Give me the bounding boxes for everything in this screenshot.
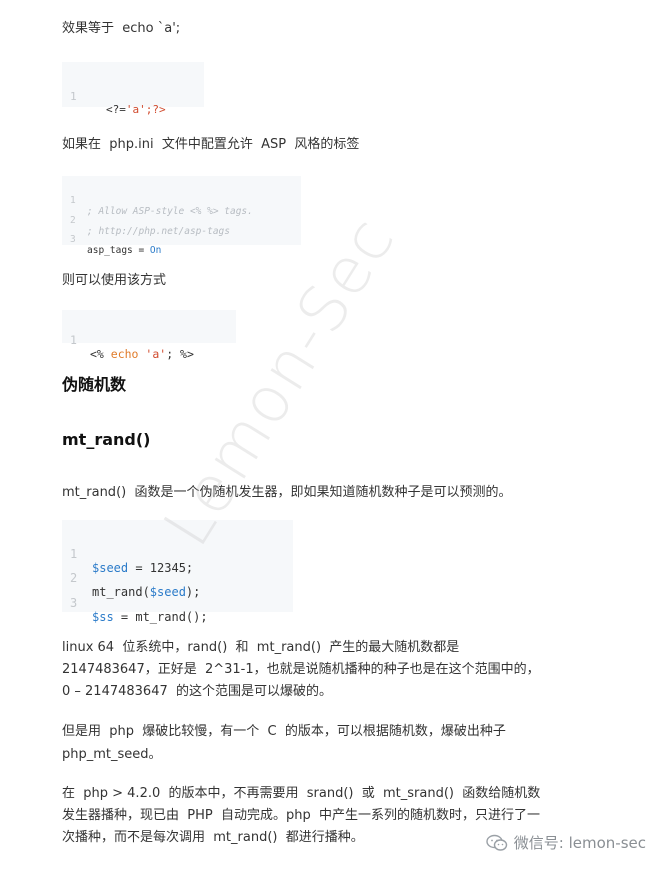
wechat-id-mark: 微信号: lemon-sec [486, 832, 646, 853]
code-block-php-ini: 1 ; Allow ASP-style <% %> tags. 2 ; http… [62, 176, 301, 256]
code-token: ); [185, 585, 201, 599]
code-variable: $seed [149, 585, 186, 599]
code-block-asp-echo: 1 <% echo 'a'; %> [62, 310, 236, 361]
code-line: 1 <?='a';?> [62, 77, 166, 129]
code-block-short-tag: 1 <?='a';?> [62, 62, 204, 116]
watermark-text: Lemon-Sec [150, 204, 411, 560]
code-token: = 12345; [128, 561, 194, 575]
code-token: ;?> [145, 103, 166, 116]
paragraph-brute-line1: 但是用 php 爆破比较慢，有一个 C 的版本，可以根据随机数，爆破出种子 [62, 724, 506, 739]
line-number: 1 [70, 333, 77, 347]
paragraph-srand-line2: 发生器播种，现已由 PHP 自动完成。php 中产生一系列的随机数时，只进行了一 [62, 808, 540, 823]
line-number: 1 [70, 90, 77, 103]
wechat-icon [486, 834, 508, 852]
code-keyword: echo [110, 347, 139, 361]
code-token: mt_rand( [92, 585, 150, 599]
paragraph-brute-line2: php_mt_seed。 [62, 747, 162, 762]
code-line: 3 $ss = mt_rand(); [62, 582, 208, 638]
paragraph-srand-line3: 次播种，而不是每次调用 mt_rand() 都进行播种。 [62, 830, 364, 845]
paragraph-usage: 则可以使用该方式 [62, 273, 167, 288]
code-line: 3 asp_tags = On [62, 223, 161, 267]
code-line: 1 <% echo 'a'; %> [62, 319, 194, 375]
code-token: asp_tags = [87, 245, 150, 256]
code-string: 'a' [145, 347, 167, 361]
line-number: 3 [70, 234, 76, 245]
paragraph-linux-line3: 0 – 2147483647 的这个范围是可以爆破的。 [62, 684, 333, 699]
wechat-id-text: 微信号: lemon-sec [513, 834, 646, 852]
code-variable: $seed [92, 561, 129, 575]
heading-mt-rand: mt_rand() [62, 430, 151, 449]
code-variable: $ss [92, 610, 114, 624]
line-number: 3 [70, 596, 78, 610]
code-string: 'a' [125, 103, 146, 116]
code-comment: ; Allow ASP-style <% %> tags. [87, 206, 253, 217]
paragraph-echo: 效果等于 echo `a'; [62, 21, 181, 36]
heading-pseudo-random: 伪随机数 [62, 375, 127, 394]
code-comment: ; http://php.net/asp-tags [87, 226, 230, 237]
code-token: <% [90, 347, 111, 361]
paragraph-linux-line2: 2147483647，正好是 2^31-1，也就是说随机播种的种子也是在这个范围… [62, 662, 540, 677]
code-token: <?= [106, 103, 126, 116]
paragraph-mt-rand-desc: mt_rand() 函数是一个伪随机发生器，即如果知道随机数种子是可以预测的。 [62, 485, 512, 500]
paragraph-srand-line1: 在 php > 4.2.0 的版本中，不再需要用 srand() 或 mt_sr… [62, 786, 541, 801]
paragraph-asp-config: 如果在 php.ini 文件中配置允许 ASP 风格的标签 [62, 137, 360, 152]
code-token: = mt_rand(); [113, 610, 208, 624]
paragraph-linux-line1: linux 64 位系统中，rand() 和 mt_rand() 产生的最大随机… [62, 640, 460, 655]
code-value: On [149, 245, 162, 256]
code-token: ; %> [166, 347, 194, 361]
